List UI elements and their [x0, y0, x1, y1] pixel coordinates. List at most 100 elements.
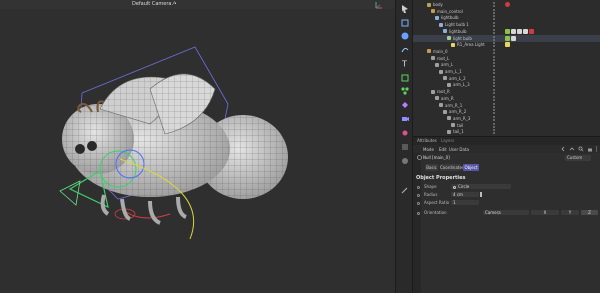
object-type-icon [435, 15, 439, 20]
object-type-icon [427, 2, 431, 7]
prop-label: Orientation [424, 210, 447, 215]
object-row[interactable]: tail_1 [413, 128, 600, 135]
visibility-toggle-icon[interactable] [493, 62, 495, 68]
visibility-toggle-icon[interactable] [493, 22, 495, 28]
deformer-icon[interactable] [400, 100, 410, 110]
spline-pen-icon[interactable] [400, 44, 410, 54]
tab-layers[interactable]: Layers [441, 138, 454, 143]
tab-coordinates[interactable]: Coordinates [440, 164, 464, 171]
tab-object[interactable]: Object [463, 164, 479, 171]
menu-mode[interactable]: Mode [423, 147, 434, 152]
keyframe-dot-icon[interactable] [417, 193, 420, 197]
radius-field[interactable]: 4 cm [451, 192, 479, 197]
object-type-icon [447, 36, 451, 40]
object-type-icon [439, 69, 443, 74]
sphere-icon[interactable] [400, 31, 410, 41]
visibility-toggle-icon[interactable] [493, 28, 495, 34]
visibility-toggle-icon[interactable] [493, 115, 495, 121]
menu-user-data[interactable]: User Data [449, 147, 469, 152]
cube-icon[interactable] [400, 18, 410, 28]
object-tag-icon[interactable] [529, 28, 534, 34]
more-options-icon[interactable] [594, 146, 599, 152]
brush-icon[interactable] [400, 185, 410, 195]
visibility-toggle-icon[interactable] [493, 95, 495, 101]
tag-icon[interactable] [400, 142, 410, 152]
visibility-toggle-icon[interactable] [493, 89, 495, 95]
orientation-x[interactable]: X [531, 210, 559, 215]
tab-attributes[interactable]: Attributes [417, 138, 437, 143]
shape-value: Circle [458, 184, 470, 189]
attributes-manager: Attributes Layers Mode Edit User Data Nu… [413, 136, 600, 293]
visibility-toggle-icon[interactable] [493, 122, 495, 128]
object-tag-icon[interactable] [523, 28, 528, 34]
visibility-toggle-icon[interactable] [493, 69, 495, 74]
select-tool-icon[interactable] [400, 4, 410, 14]
aspect-ratio-field[interactable]: 1 [451, 200, 479, 205]
shape-select[interactable]: Circle [451, 184, 511, 189]
visibility-toggle-icon[interactable] [493, 35, 495, 41]
object-type-icon [439, 103, 443, 107]
orientation-camera-option[interactable]: Camera [483, 210, 529, 215]
prop-label: Aspect Ratio [424, 200, 450, 205]
object-tag-icon[interactable] [505, 28, 510, 34]
object-tag-icon[interactable] [511, 28, 516, 34]
tab-basic[interactable]: Basic [425, 164, 438, 171]
material-icon[interactable] [400, 156, 410, 166]
prop-shape: Shape Circle [413, 183, 600, 190]
circle-shape-icon [453, 185, 456, 189]
text-tool-icon[interactable]: T [400, 58, 410, 69]
eye-right [87, 141, 97, 151]
section-title: Object Properties [416, 175, 466, 181]
camera-icon[interactable] [400, 114, 410, 124]
visibility-toggle-icon[interactable] [493, 48, 495, 54]
visibility-toggle-icon[interactable] [493, 75, 495, 81]
keyframe-dot-icon[interactable] [417, 211, 420, 215]
light-tag-icon[interactable] [505, 42, 510, 48]
object-row-label: tail_1 [453, 129, 464, 135]
3d-viewport[interactable]: Default Camera ⁄• [0, 0, 395, 293]
viewport-header: Default Camera ⁄• [0, 0, 395, 9]
material-tag-icon[interactable] [505, 2, 510, 7]
search-icon[interactable] [578, 146, 584, 152]
cloner-icon[interactable] [400, 86, 410, 96]
visibility-toggle-icon[interactable] [493, 102, 495, 108]
mode-select[interactable]: Custom [565, 155, 591, 161]
object-tag-icon[interactable] [517, 28, 522, 34]
object-manager: body main_control lightbulb Light bulb 1 lig… [413, 0, 600, 136]
object-type-icon [447, 82, 451, 87]
camera-label[interactable]: Default Camera ⁄• [132, 1, 177, 7]
object-tag-icon[interactable] [511, 35, 516, 41]
lock-icon[interactable] [587, 146, 593, 152]
back-arrow-icon[interactable] [560, 146, 566, 152]
leg-2 [148, 200, 161, 225]
subdivision-icon[interactable] [400, 73, 410, 83]
visibility-toggle-icon[interactable] [493, 129, 495, 135]
visibility-toggle-icon[interactable] [493, 8, 495, 14]
object-tag-icon[interactable] [505, 35, 510, 41]
visibility-toggle-icon[interactable] [493, 2, 495, 7]
axis-gizmo-icon [375, 2, 382, 9]
object-type-icon [447, 116, 451, 121]
orientation-y[interactable]: Y [561, 210, 579, 215]
object-type-icon [451, 42, 455, 47]
object-type-icon [447, 129, 451, 134]
radius-slider-handle[interactable] [480, 192, 482, 197]
visibility-toggle-icon[interactable] [493, 55, 495, 61]
menu-edit[interactable]: Edit [439, 147, 447, 152]
orientation-z[interactable]: Z [581, 210, 598, 215]
visibility-toggle-icon[interactable] [493, 109, 495, 115]
object-type-icon [443, 29, 447, 34]
light-icon[interactable] [400, 128, 410, 138]
visibility-toggle-icon[interactable] [493, 82, 495, 88]
object-type-icon [439, 22, 443, 27]
up-arrow-icon[interactable] [569, 146, 575, 152]
prop-orientation: Orientation Camera X Y Z [413, 209, 600, 216]
object-type-icon [431, 9, 435, 14]
keyframe-dot-icon[interactable] [417, 185, 420, 189]
visibility-toggle-icon[interactable] [493, 15, 495, 21]
svg-text:T: T [401, 60, 407, 69]
object-type-icon [435, 62, 439, 67]
prop-radius: Radius 4 cm [413, 191, 600, 198]
visibility-toggle-icon[interactable] [493, 42, 495, 48]
keyframe-dot-icon[interactable] [417, 201, 420, 205]
